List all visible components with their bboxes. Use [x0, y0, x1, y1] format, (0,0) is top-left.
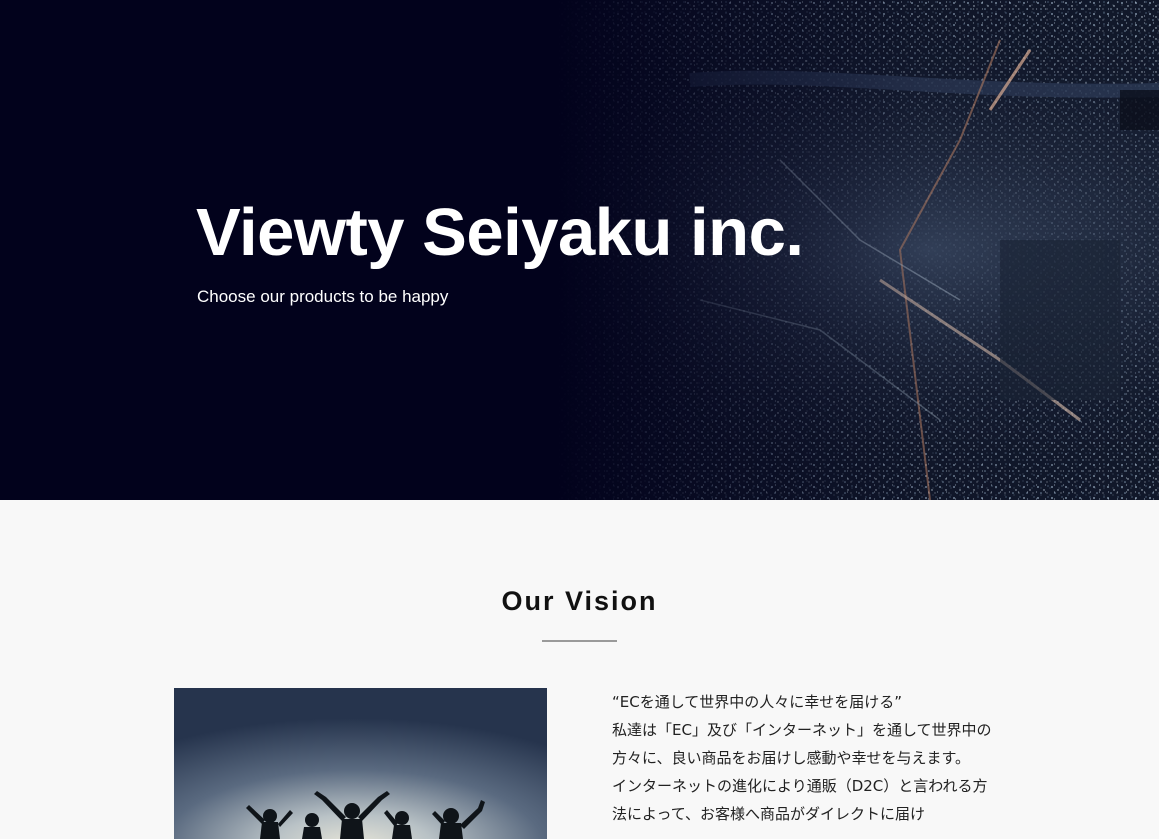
vision-paragraph: 私達は「EC」及び「インターネット」を通して世界中の方々に、良い商品をお届けし感… [612, 721, 992, 767]
hero-section: Viewty Seiyaku inc. Choose our products … [0, 0, 1159, 500]
people-silhouette-photo [174, 688, 547, 839]
vision-body-text: “ECを通して世界中の人々に幸せを届ける” 私達は「EC」及び「インターネット」… [612, 688, 992, 839]
vision-quote: “ECを通して世界中の人々に幸せを届ける” [612, 693, 903, 711]
our-vision-section: Our Vision “ECを通して世界中の人々に幸せを届ける” 私達は「EC」… [0, 500, 1159, 839]
heading-divider [542, 640, 617, 642]
vision-paragraph: インターネットの進化により通販（D2C）と言われる方法によって、お客様へ商品がダ… [612, 777, 988, 823]
hero-title: Viewty Seiyaku inc. [196, 195, 804, 270]
section-heading: Our Vision [501, 586, 658, 616]
hero-subtitle: Choose our products to be happy [197, 287, 449, 306]
